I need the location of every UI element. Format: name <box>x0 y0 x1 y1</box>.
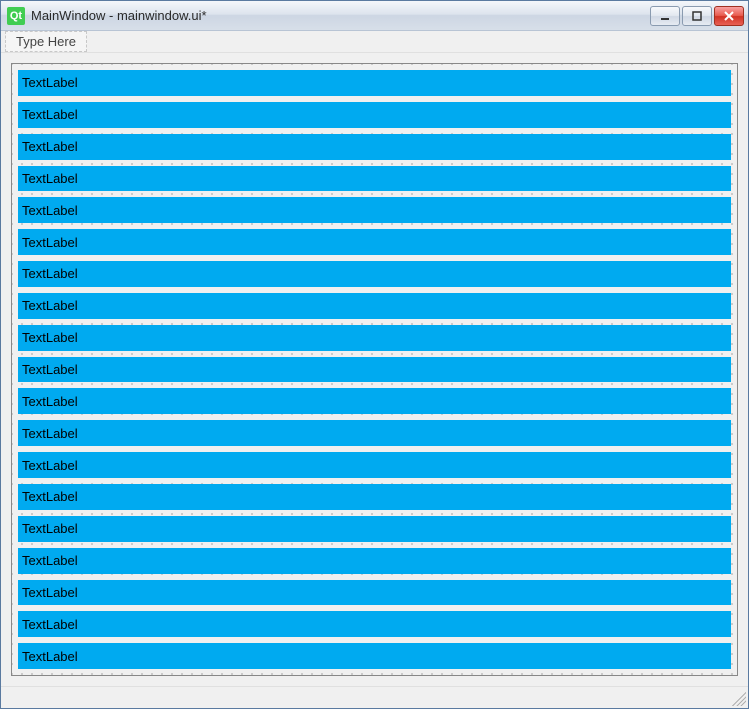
main-window: Qt MainWindow - mainwindow.ui* Type Here… <box>0 0 749 709</box>
qt-icon: Qt <box>7 7 25 25</box>
label-text: TextLabel <box>22 267 78 280</box>
window-controls <box>650 6 744 26</box>
label-text: TextLabel <box>22 586 78 599</box>
text-label[interactable]: TextLabel <box>18 70 731 96</box>
label-text: TextLabel <box>22 427 78 440</box>
text-label[interactable]: TextLabel <box>18 611 731 637</box>
label-text: TextLabel <box>22 459 78 472</box>
text-label[interactable]: TextLabel <box>18 516 731 542</box>
text-label[interactable]: TextLabel <box>18 420 731 446</box>
label-text: TextLabel <box>22 618 78 631</box>
client-area: TextLabel TextLabel TextLabel TextLabel … <box>1 53 748 686</box>
central-widget[interactable]: TextLabel TextLabel TextLabel TextLabel … <box>11 63 738 676</box>
text-label[interactable]: TextLabel <box>18 484 731 510</box>
text-label[interactable]: TextLabel <box>18 197 731 223</box>
label-text: TextLabel <box>22 108 78 121</box>
text-label[interactable]: TextLabel <box>18 293 731 319</box>
text-label[interactable]: TextLabel <box>18 388 731 414</box>
text-label[interactable]: TextLabel <box>18 261 731 287</box>
label-text: TextLabel <box>22 76 78 89</box>
statusbar <box>1 686 748 708</box>
maximize-icon <box>692 11 702 21</box>
label-text: TextLabel <box>22 299 78 312</box>
close-icon <box>724 11 734 21</box>
minimize-icon <box>660 11 670 21</box>
minimize-button[interactable] <box>650 6 680 26</box>
label-text: TextLabel <box>22 331 78 344</box>
close-button[interactable] <box>714 6 744 26</box>
text-label[interactable]: TextLabel <box>18 548 731 574</box>
label-text: TextLabel <box>22 172 78 185</box>
menu-type-here[interactable]: Type Here <box>5 31 87 52</box>
text-label[interactable]: TextLabel <box>18 452 731 478</box>
label-text: TextLabel <box>22 395 78 408</box>
text-label[interactable]: TextLabel <box>18 102 731 128</box>
text-label[interactable]: TextLabel <box>18 643 731 669</box>
label-text: TextLabel <box>22 522 78 535</box>
text-label[interactable]: TextLabel <box>18 229 731 255</box>
label-text: TextLabel <box>22 140 78 153</box>
text-label[interactable]: TextLabel <box>18 166 731 192</box>
text-label[interactable]: TextLabel <box>18 325 731 351</box>
label-text: TextLabel <box>22 490 78 503</box>
window-title: MainWindow - mainwindow.ui* <box>31 8 650 23</box>
label-text: TextLabel <box>22 554 78 567</box>
label-text: TextLabel <box>22 363 78 376</box>
label-text: TextLabel <box>22 650 78 663</box>
label-text: TextLabel <box>22 204 78 217</box>
menubar[interactable]: Type Here <box>1 31 748 53</box>
size-grip-icon[interactable] <box>732 692 746 706</box>
titlebar[interactable]: Qt MainWindow - mainwindow.ui* <box>1 1 748 31</box>
text-label[interactable]: TextLabel <box>18 134 731 160</box>
text-label[interactable]: TextLabel <box>18 580 731 606</box>
maximize-button[interactable] <box>682 6 712 26</box>
label-text: TextLabel <box>22 236 78 249</box>
text-label[interactable]: TextLabel <box>18 357 731 383</box>
